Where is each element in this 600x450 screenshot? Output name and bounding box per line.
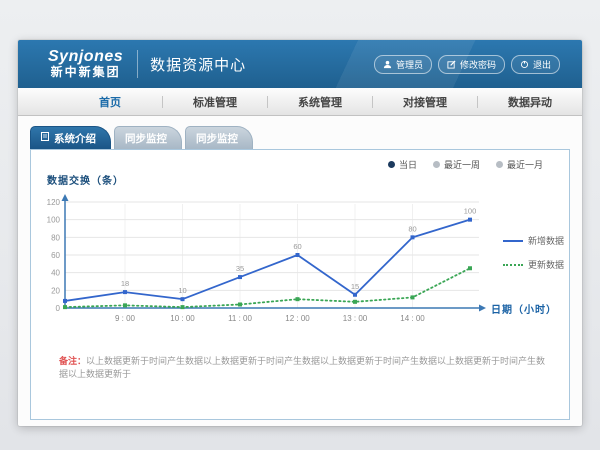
svg-text:11 : 00: 11 : 00 [228,314,252,323]
svg-text:35: 35 [236,264,244,273]
svg-text:80: 80 [51,233,60,242]
tab-sync-monitor-1[interactable]: 同步监控 [114,126,182,149]
svg-text:10: 10 [178,286,186,295]
tab-system-intro[interactable]: 系统介绍 [30,126,111,149]
svg-text:20: 20 [51,286,60,295]
svg-text:13 : 00: 13 : 00 [343,314,368,323]
logo-company-name: 新中新集团 [48,66,123,79]
change-password-label: 修改密码 [460,58,496,71]
tab-bar: 系统介绍 同步监控 同步监控 [30,127,570,149]
legend-label: 更新数据 [528,258,564,271]
svg-text:100: 100 [47,216,61,225]
radio-dot [433,161,440,168]
power-icon [520,60,529,69]
logo-wordmark: Synjones [48,49,123,66]
svg-text:12 : 00: 12 : 00 [285,314,310,323]
range-filter-last-week[interactable]: 最近一周 [433,158,480,171]
user-icon [383,60,392,69]
range-filter-last-month[interactable]: 最近一月 [496,158,543,171]
svg-text:15: 15 [351,282,359,291]
user-menu: 管理员 修改密码 退出 [374,55,560,74]
admin-user-label: 管理员 [396,58,423,71]
range-filter-label: 当日 [399,158,417,171]
nav-item-data-change[interactable]: 数据异动 [478,94,582,110]
legend-line-swatch [503,240,523,242]
tab-label: 系统介绍 [54,131,96,146]
document-icon [41,132,49,144]
range-filter-group: 当日 最近一周 最近一月 [388,158,543,171]
svg-text:120: 120 [47,198,61,207]
footnote: 备注：以上数据更新于时间产生数据以上数据更新于时间产生数据以上数据更新于时间产生… [59,355,549,380]
admin-user-button[interactable]: 管理员 [374,55,432,74]
footnote-text: 以上数据更新于时间产生数据以上数据更新于时间产生数据以上数据更新于时间产生数据以… [59,356,545,379]
logout-label: 退出 [533,58,551,71]
svg-text:100: 100 [464,207,477,216]
svg-text:18: 18 [121,279,129,288]
range-filter-label: 最近一月 [507,158,543,171]
chart-panel: 当日 最近一周 最近一月 数据交换（条） 0 20 40 60 80 100 120 9 : … [30,149,570,420]
tab-label: 同步监控 [196,131,238,146]
svg-text:60: 60 [293,242,301,251]
svg-text:80: 80 [408,224,416,233]
range-filter-label: 最近一周 [444,158,480,171]
svg-text:60: 60 [51,251,60,260]
nav-item-interface-mgmt[interactable]: 对接管理 [373,94,477,110]
company-logo: Synjones 新中新集团 [48,49,123,78]
page-title: 数据资源中心 [150,54,246,75]
nav-item-standard-mgmt[interactable]: 标准管理 [163,94,267,110]
edit-icon [447,60,456,69]
header-divider [137,50,138,78]
legend-entry-new-data: 新增数据 [503,234,564,247]
radio-dot [496,161,503,168]
radio-dot [388,161,395,168]
app-header: Synjones 新中新集团 数据资源中心 管理员 修改密码 [18,40,582,88]
range-filter-today[interactable]: 当日 [388,158,417,171]
nav-item-home[interactable]: 首页 [58,94,162,110]
chart-legend: 新增数据 更新数据 [503,234,564,271]
line-chart: 0 20 40 60 80 100 120 9 : 00 10 : 00 11 : 00 12 : … [47,190,497,330]
x-axis-title: 日期（小时） [491,301,557,316]
y-axis-title: 数据交换（条） [47,172,124,187]
svg-text:9 : 00: 9 : 00 [115,314,136,323]
tab-label: 同步监控 [125,131,167,146]
legend-line-swatch [503,264,523,266]
change-password-button[interactable]: 修改密码 [438,55,505,74]
app-window: Synjones 新中新集团 数据资源中心 管理员 修改密码 [18,40,582,426]
legend-entry-updated-data: 更新数据 [503,258,564,271]
footnote-label: 备注： [59,356,86,366]
main-nav: 首页 标准管理 系统管理 对接管理 数据异动 [18,88,582,116]
tab-sync-monitor-2[interactable]: 同步监控 [185,126,253,149]
logout-button[interactable]: 退出 [511,55,560,74]
svg-text:0: 0 [56,304,61,313]
svg-text:14 : 00: 14 : 00 [400,314,425,323]
legend-label: 新增数据 [528,234,564,247]
svg-text:40: 40 [51,269,60,278]
nav-item-system-mgmt[interactable]: 系统管理 [268,94,372,110]
svg-text:10 : 00: 10 : 00 [170,314,195,323]
